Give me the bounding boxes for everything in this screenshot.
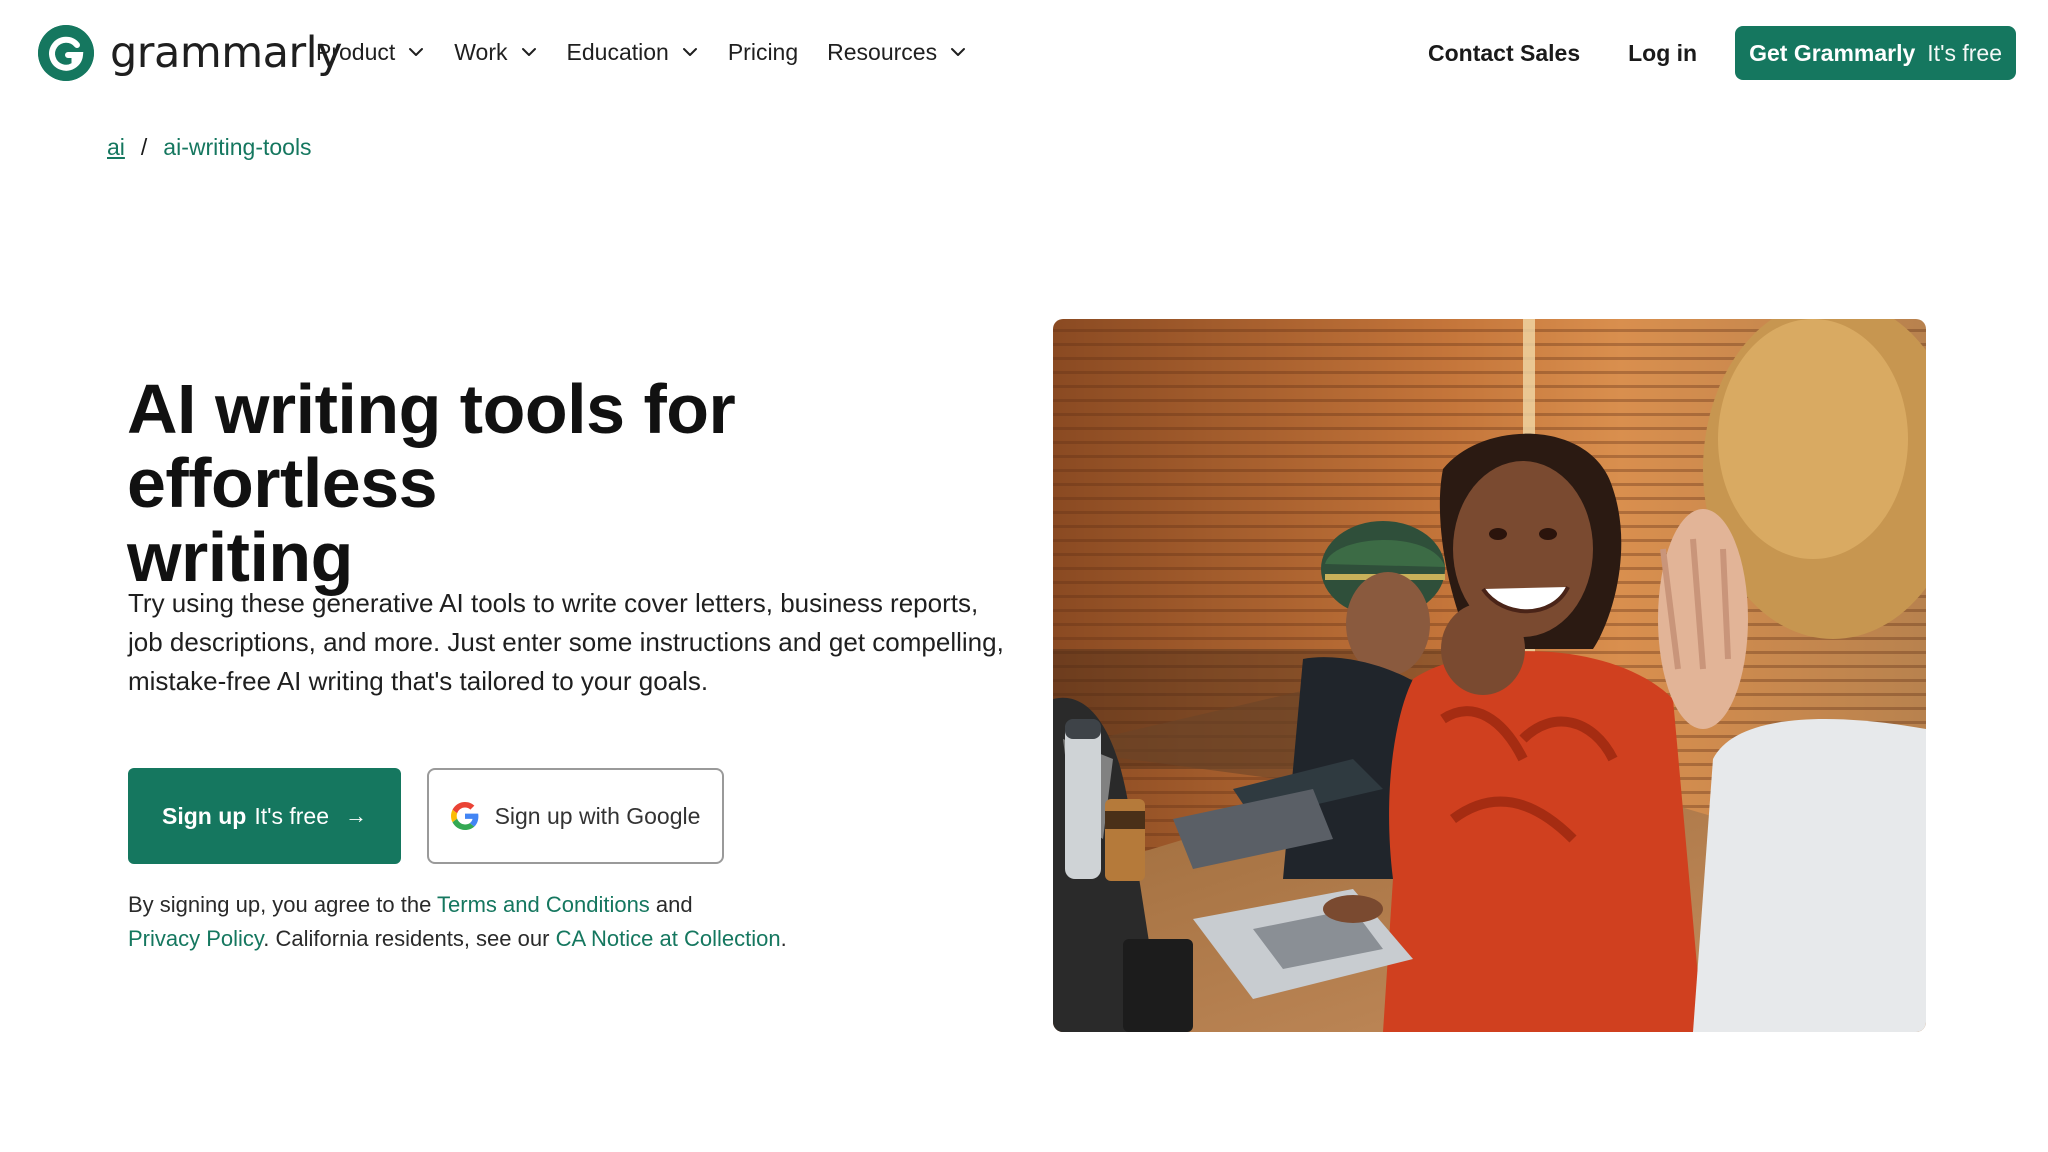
legal-text-3: . California residents, see our xyxy=(263,926,556,951)
terms-link[interactable]: Terms and Conditions xyxy=(437,892,650,917)
google-g-icon xyxy=(450,802,478,830)
nav-resources[interactable]: Resources xyxy=(827,39,967,66)
legal-text-1: By signing up, you agree to the xyxy=(128,892,438,917)
nav-work[interactable]: Work xyxy=(454,39,537,66)
desc-line-3: mistake-free AI writing that's tailored … xyxy=(128,666,709,696)
nav-product[interactable]: Product xyxy=(316,39,425,66)
title-line-1: AI writing tools for effortless xyxy=(127,370,736,522)
its-free-label: It's free xyxy=(1927,39,2002,66)
hero-description: Try using these generative AI tools to w… xyxy=(128,584,1008,701)
site-header: grammarly Product Work Education Pricing… xyxy=(0,0,2048,104)
breadcrumb: ai / ai-writing-tools xyxy=(107,134,312,161)
logo-wordmark: grammarly xyxy=(110,28,343,78)
sign-up-button[interactable]: Sign up It's free → xyxy=(128,768,401,864)
sign-up-free-label: It's free xyxy=(254,802,330,829)
nav-product-label: Product xyxy=(316,38,396,65)
chevron-down-icon xyxy=(682,48,697,56)
header-actions: Contact Sales Log in Get Grammarly It's … xyxy=(1428,26,2016,80)
breadcrumb-current-link[interactable]: ai-writing-tools xyxy=(163,134,311,161)
sign-up-label: Sign up xyxy=(161,802,247,829)
main-nav: Product Work Education Pricing Resources xyxy=(316,0,996,104)
sign-up-with-google-button[interactable]: Sign up with Google xyxy=(427,768,724,864)
desc-line-1: Try using these generative AI tools to w… xyxy=(128,588,979,618)
grammarly-logo[interactable]: grammarly xyxy=(38,25,343,81)
legal-notice: By signing up, you agree to the Terms an… xyxy=(128,888,848,956)
nav-pricing-label: Pricing xyxy=(727,38,799,65)
log-in-link[interactable]: Log in xyxy=(1628,40,1697,67)
ca-notice-link[interactable]: CA Notice at Collection xyxy=(556,926,781,951)
breadcrumb-separator: / xyxy=(140,134,148,160)
desc-line-2: job descriptions, and more. Just enter s… xyxy=(128,627,1004,657)
chevron-down-icon xyxy=(951,48,966,56)
legal-text-2: and xyxy=(649,892,693,917)
breadcrumb-ai-link[interactable]: ai xyxy=(107,134,125,161)
nav-education-label: Education xyxy=(566,38,669,65)
get-grammarly-button[interactable]: Get Grammarly It's free xyxy=(1735,26,2016,80)
hero-photo xyxy=(1053,319,1926,1032)
arrow-right-icon: → xyxy=(345,803,368,828)
cta-row: Sign up It's free → Sign up with Google xyxy=(128,768,724,864)
chevron-down-icon xyxy=(521,48,536,56)
chevron-down-icon xyxy=(409,48,424,56)
page-title: AI writing tools for effortless writing xyxy=(127,372,1027,594)
nav-education[interactable]: Education xyxy=(567,39,699,66)
contact-sales-link[interactable]: Contact Sales xyxy=(1428,40,1580,67)
google-button-label: Sign up with Google xyxy=(494,802,701,829)
nav-resources-label: Resources xyxy=(827,38,938,65)
nav-pricing[interactable]: Pricing xyxy=(728,39,798,66)
legal-text-4: . xyxy=(780,926,787,951)
get-grammarly-label: Get Grammarly xyxy=(1749,39,1916,66)
privacy-policy-link[interactable]: Privacy Policy xyxy=(128,926,263,951)
people-working-illustration xyxy=(1053,319,1926,1032)
grammarly-g-icon xyxy=(38,25,94,81)
nav-work-label: Work xyxy=(454,38,508,65)
